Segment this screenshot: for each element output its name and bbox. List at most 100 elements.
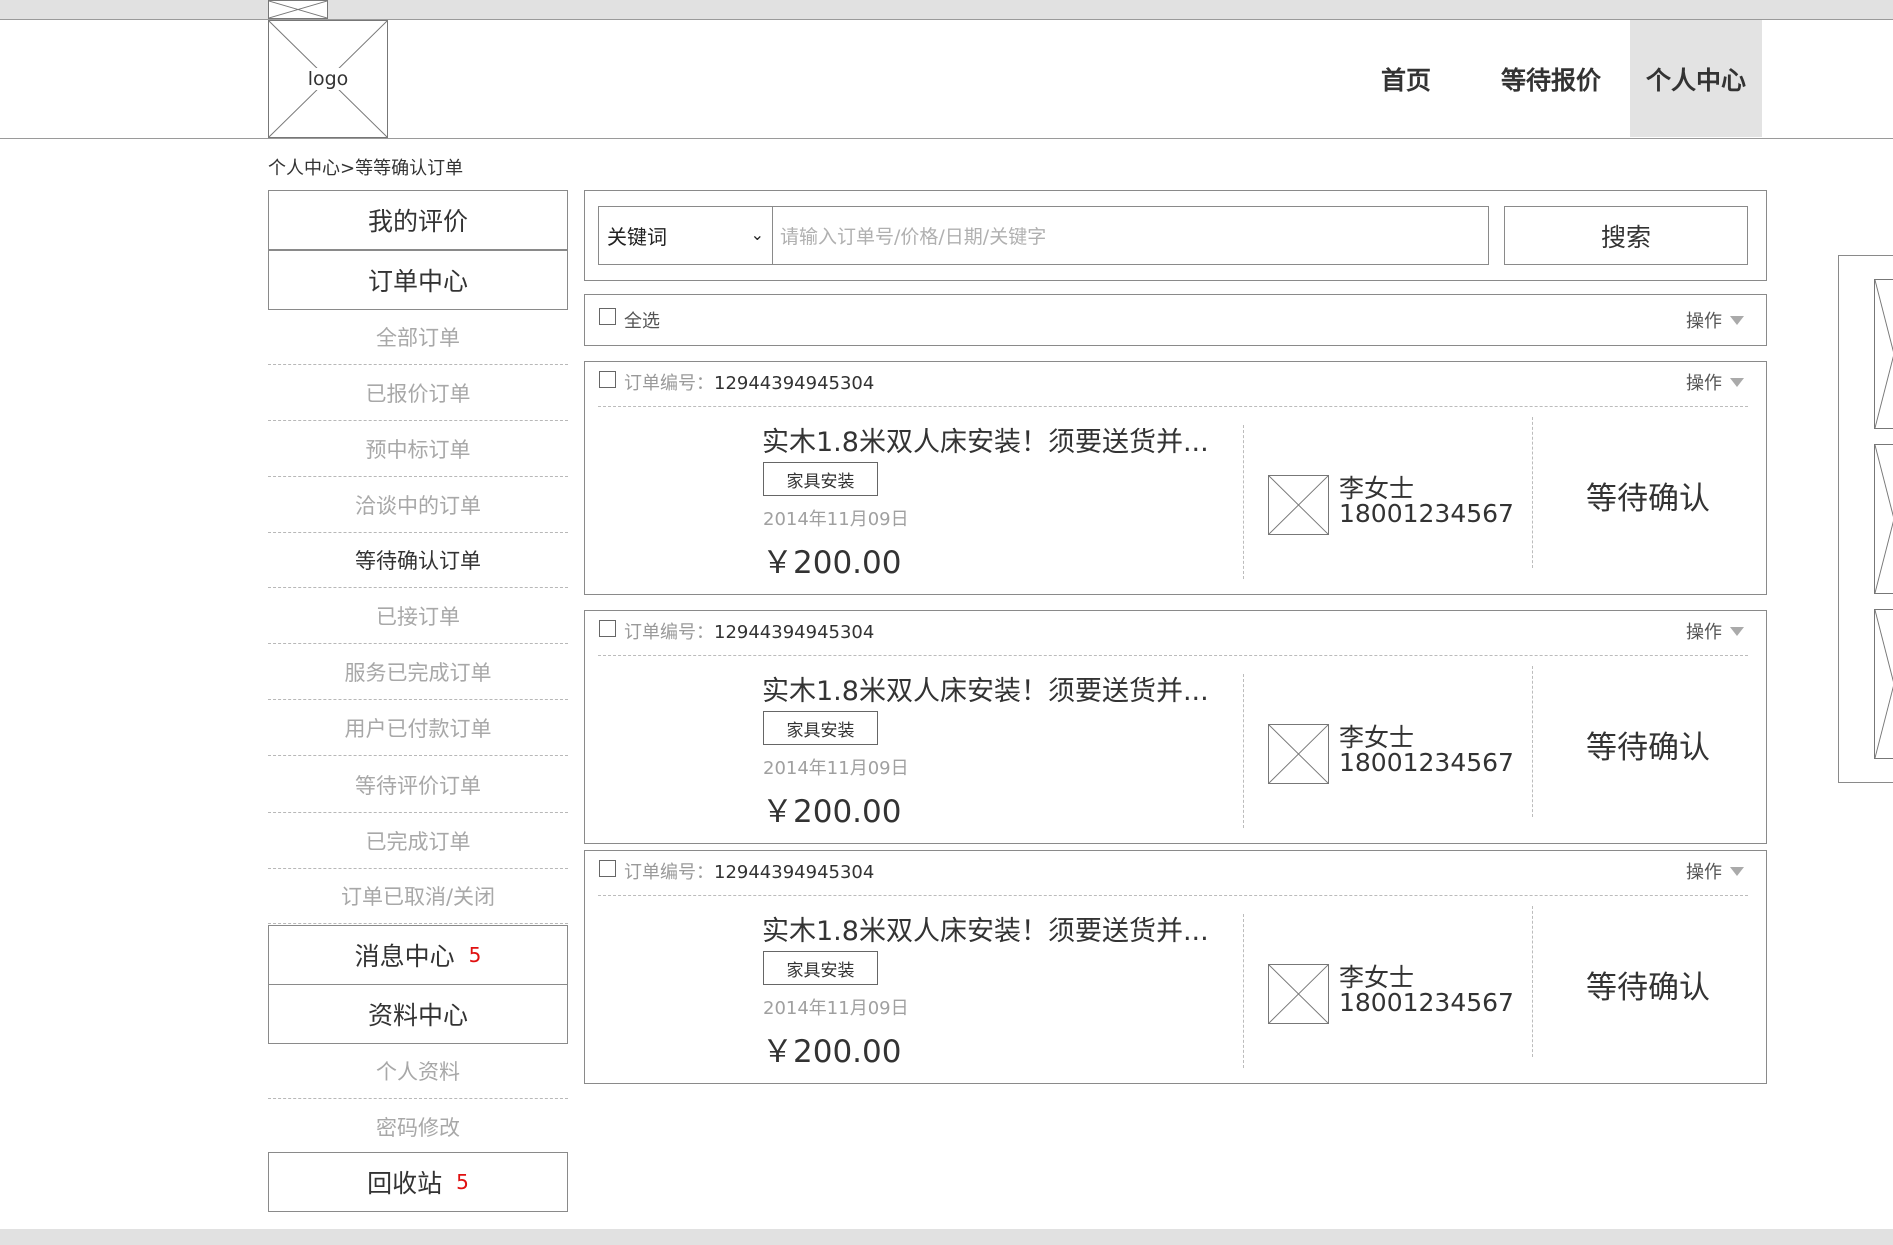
customer-phone: 18001234567 (1339, 988, 1514, 1017)
order-checkbox[interactable] (599, 620, 616, 637)
sidebar-item-quoted-orders[interactable]: 已报价订单 (268, 365, 568, 421)
search-button[interactable]: 搜索 (1504, 206, 1748, 265)
order-header-divider (598, 895, 1748, 896)
logo[interactable]: logo (268, 20, 388, 138)
triangle-down-icon (1730, 627, 1744, 636)
operation-label: 操作 (1686, 862, 1722, 883)
nav-personal-center[interactable]: 个人中心 (1630, 20, 1762, 137)
order-number-value: 12944394945304 (714, 862, 875, 883)
sidebar-item-label: 用户已付款订单 (344, 716, 492, 741)
sidebar-recycle-bin[interactable]: 回收站 5 (268, 1152, 568, 1212)
order-title[interactable]: 实木1.8米双人床安装！须要送货并... (762, 909, 1209, 948)
order-column-divider (1243, 914, 1244, 1068)
bottom-strip (0, 1229, 1893, 1245)
sidebar-item-awaiting-confirm-orders[interactable]: 等待确认订单 (268, 532, 568, 588)
triangle-down-icon (1730, 867, 1744, 876)
order-operation-dropdown[interactable]: 操作 (1686, 618, 1744, 644)
search-input[interactable]: 请输入订单号/价格/日期/关键字 (773, 206, 1489, 265)
sidebar-item-negotiating-orders[interactable]: 洽谈中的订单 (268, 477, 568, 533)
nav-awaiting-quote[interactable]: 等待报价 (1492, 20, 1610, 137)
sidebar-item-all-orders[interactable]: 全部订单 (268, 309, 568, 365)
order-date: 2014年11月09日 (763, 998, 909, 1019)
sidebar-item-label: 个人资料 (376, 1059, 460, 1084)
order-title[interactable]: 实木1.8米双人床安装！须要送货并... (762, 420, 1209, 459)
customer-phone: 18001234567 (1339, 748, 1514, 777)
order-category-tag: 家具安装 (763, 951, 878, 985)
nav-home-label: 首页 (1380, 65, 1431, 95)
sidebar-item-label: 服务已完成订单 (344, 660, 492, 685)
sidebar-item-change-password[interactable]: 密码修改 (268, 1099, 568, 1155)
sidebar-item-label: 订单已取消/关闭 (340, 884, 496, 909)
sidebar-my-reviews[interactable]: 我的评价 (268, 190, 568, 250)
customer-avatar (1268, 475, 1329, 535)
sidebar-item-pre-awarded-orders[interactable]: 预中标订单 (268, 421, 568, 477)
order-category-tag: 家具安装 (763, 462, 878, 496)
operation-label: 操作 (1686, 622, 1722, 643)
sidebar-item-label: 已报价订单 (365, 381, 471, 406)
logo-label: logo (304, 68, 352, 90)
nav-home[interactable]: 首页 (1356, 20, 1456, 137)
top-image-placeholder (268, 0, 328, 19)
search-input-placeholder: 请输入订单号/价格/日期/关键字 (780, 226, 1047, 248)
order-column-divider (1243, 674, 1244, 828)
search-field-select[interactable]: 关键词 ⌄ (598, 206, 773, 265)
order-number-value: 12944394945304 (714, 373, 875, 394)
order-status: 等待确认 (1586, 970, 1710, 1006)
order-checkbox[interactable] (599, 860, 616, 877)
sidebar-item-label: 密码修改 (376, 1115, 460, 1140)
order-operation-dropdown[interactable]: 操作 (1686, 858, 1744, 884)
order-date: 2014年11月09日 (763, 509, 909, 530)
order-header-divider (598, 406, 1748, 407)
right-image-placeholder[interactable] (1874, 609, 1893, 759)
customer-avatar (1268, 964, 1329, 1024)
triangle-down-icon (1730, 378, 1744, 387)
sidebar-item-cancelled-orders[interactable]: 订单已取消/关闭 (268, 868, 568, 924)
sidebar-order-center-label: 订单中心 (367, 267, 468, 296)
order-number-label: 订单编号： (624, 622, 714, 643)
customer-phone: 18001234567 (1339, 499, 1514, 528)
order-header-divider (598, 655, 1748, 656)
message-count-badge: 5 (468, 943, 482, 967)
order-title[interactable]: 实木1.8米双人床安装！须要送货并... (762, 669, 1209, 708)
order-column-divider (1532, 666, 1533, 817)
sidebar-item-completed-orders[interactable]: 已完成订单 (268, 813, 568, 869)
sidebar-item-awaiting-review-orders[interactable]: 等待评价订单 (268, 757, 568, 813)
sidebar-item-personal-info[interactable]: 个人资料 (268, 1043, 568, 1099)
sidebar-item-label: 预中标订单 (365, 437, 471, 462)
recycle-count-badge: 5 (456, 1170, 469, 1194)
order-operation-dropdown[interactable]: 操作 (1686, 369, 1744, 395)
nav-personal-center-label: 个人中心 (1645, 65, 1746, 95)
order-number-label: 订单编号： (624, 373, 714, 394)
order-status: 等待确认 (1586, 481, 1710, 517)
select-all-operation-dropdown[interactable]: 操作 (1686, 307, 1744, 333)
sidebar-item-label: 等待评价订单 (355, 773, 481, 798)
order-column-divider (1243, 425, 1244, 579)
sidebar-message-center-label: 消息中心 (354, 942, 455, 971)
sidebar-profile-center-label: 资料中心 (367, 1001, 468, 1030)
sidebar-item-label: 等待确认订单 (355, 548, 481, 573)
sidebar-item-label: 已完成订单 (365, 829, 471, 854)
sidebar-profile-center[interactable]: 资料中心 (268, 984, 568, 1044)
sidebar-item-service-completed-orders[interactable]: 服务已完成订单 (268, 644, 568, 700)
breadcrumb: 个人中心>等等确认订单 (268, 158, 464, 179)
sidebar-order-center[interactable]: 订单中心 (268, 250, 568, 310)
sidebar-message-center[interactable]: 消息中心 5 (268, 925, 568, 985)
right-image-placeholder[interactable] (1874, 444, 1893, 594)
order-category-tag: 家具安装 (763, 711, 878, 745)
operation-label: 操作 (1686, 311, 1722, 332)
sidebar-item-accepted-orders[interactable]: 已接订单 (268, 588, 568, 644)
right-image-placeholder[interactable] (1874, 279, 1893, 429)
order-column-divider (1532, 417, 1533, 568)
select-all-label: 全选 (624, 311, 660, 332)
search-field-select-value: 关键词 (607, 225, 667, 249)
nav-awaiting-quote-label: 等待报价 (1500, 65, 1601, 95)
sidebar-item-user-paid-orders[interactable]: 用户已付款订单 (268, 700, 568, 756)
order-price: ￥200.00 (762, 1034, 902, 1070)
select-all-checkbox[interactable] (599, 308, 616, 325)
order-number-label: 订单编号： (624, 862, 714, 883)
sidebar-recycle-bin-label: 回收站 (367, 1169, 443, 1198)
order-checkbox[interactable] (599, 371, 616, 388)
order-number-value: 12944394945304 (714, 622, 875, 643)
sidebar-item-label: 洽谈中的订单 (355, 493, 481, 518)
order-price: ￥200.00 (762, 794, 902, 830)
